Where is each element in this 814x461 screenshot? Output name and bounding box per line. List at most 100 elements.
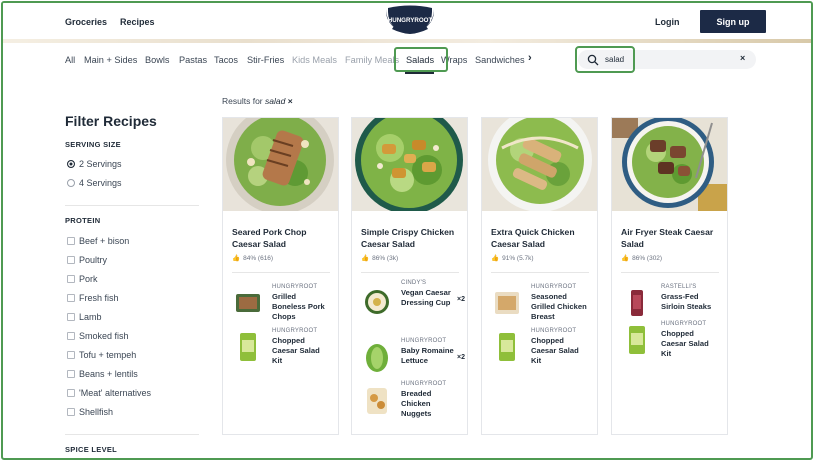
spice-level-title: SPICE LEVEL [65,445,118,454]
ingredient-name: Chopped Caesar Salad Kit [661,329,709,358]
search-highlight-box [575,46,635,73]
checkbox[interactable] [67,237,75,245]
radio-unselected[interactable] [67,179,75,187]
protein-option[interactable]: Smoked fish [67,331,129,341]
recipe-title[interactable]: Simple Crispy Chicken Caesar Salad [361,226,461,250]
search-clear-icon[interactable]: × [740,53,745,63]
nav-groceries[interactable]: Groceries [65,17,107,27]
signup-button[interactable]: Sign up [700,10,766,33]
category-sandwiches[interactable]: Sandwiches [475,55,525,65]
ingredient-brand: HUNGRYROOT [272,284,318,290]
checkbox[interactable] [67,332,75,340]
sidebar-divider [65,205,199,206]
protein-option[interactable]: Pork [67,274,98,284]
ingredient-item[interactable]: CINDY'S Vegan Caesar Dressing Cup ×2 [361,280,465,320]
results-label: Results for salad × [222,96,293,106]
rating-text: 86% (302) [632,254,663,262]
recipe-card[interactable]: Simple Crispy Chicken Caesar Salad 👍 86% … [351,117,468,435]
recipe-card[interactable]: Extra Quick Chicken Caesar Salad 👍 91% (5… [481,117,598,435]
recipe-title[interactable]: Seared Pork Chop Caesar Salad [232,226,332,250]
recipe-rating: 👍 86% (3k) [361,254,398,263]
protein-label: 'Meat' alternatives [79,388,151,398]
recipe-card[interactable]: Seared Pork Chop Caesar Salad 👍 84% (616)… [222,117,339,435]
product-thumbnail [366,344,388,372]
site-header: Groceries Recipes HUNGRYROOT Login Sign … [3,3,811,43]
ingredient-name: Grilled Boneless Pork Chops [272,292,325,321]
ingredient-item[interactable]: RASTELLI'S Grass-Fed Sirloin Steaks [621,284,725,324]
category-next-arrow-icon[interactable]: › [528,52,532,64]
protein-title: PROTEIN [65,216,101,225]
checkbox[interactable] [67,370,75,378]
serving-option-4[interactable]: 4 Servings [67,178,122,188]
checkbox[interactable] [67,256,75,264]
ingredient-name: Grass-Fed Sirloin Steaks [661,292,712,311]
header-food-image [3,39,811,43]
ingredient-name: Chopped Caesar Salad Kit [272,336,320,365]
recipe-title[interactable]: Air Fryer Steak Caesar Salad [621,226,721,250]
protein-option[interactable]: Fresh fish [67,293,119,303]
ingredient-item[interactable]: HUNGRYROOT Breaded Chicken Nuggets [361,381,465,421]
category-tacos[interactable]: Tacos [214,55,238,65]
salads-highlight-box [394,47,448,72]
card-divider [361,272,459,273]
recipe-rating: 👍 86% (302) [621,254,663,263]
checkbox[interactable] [67,408,75,416]
ingredient-item[interactable]: HUNGRYROOT Baby Romaine Lettuce ×2 [361,338,465,378]
thumbs-up-icon: 👍 [361,255,370,262]
protein-label: Shellfish [79,407,114,417]
hungryroot-logo[interactable]: HUNGRYROOT [384,5,436,35]
ingredient-item[interactable]: HUNGRYROOT Chopped Caesar Salad Kit [491,328,595,368]
radio-selected[interactable] [67,160,75,168]
checkbox[interactable] [67,351,75,359]
results-clear-icon[interactable]: × [288,96,293,106]
ingredient-item[interactable]: HUNGRYROOT Chopped Caesar Salad Kit [621,321,725,361]
ingredient-brand: HUNGRYROOT [401,338,447,344]
ingredient-name: Breaded Chicken Nuggets [401,389,432,418]
protein-option[interactable]: Tofu + tempeh [67,350,136,360]
recipe-title[interactable]: Extra Quick Chicken Caesar Salad [491,226,591,250]
category-all[interactable]: All [65,55,75,65]
category-family-meals[interactable]: Family Meals [345,55,399,65]
rating-text: 84% (616) [243,254,274,262]
category-bowls[interactable]: Bowls [145,55,170,65]
ingredient-brand: HUNGRYROOT [661,321,707,327]
product-thumbnail [499,333,515,361]
protein-option[interactable]: Beans + lentils [67,369,138,379]
ingredient-item[interactable]: HUNGRYROOT Seasoned Grilled Chicken Brea… [491,284,595,324]
protein-option[interactable]: Poultry [67,255,107,265]
nav-recipes[interactable]: Recipes [120,17,155,27]
thumbs-up-icon: 👍 [621,255,630,262]
ingredient-item[interactable]: HUNGRYROOT Grilled Boneless Pork Chops [232,284,336,324]
product-thumbnail [240,333,256,361]
protein-option[interactable]: 'Meat' alternatives [67,388,151,398]
login-link[interactable]: Login [655,17,680,27]
protein-option[interactable]: Shellfish [67,407,113,417]
ingredient-item[interactable]: HUNGRYROOT Chopped Caesar Salad Kit [232,328,336,368]
protein-option[interactable]: Lamb [67,312,102,322]
recipe-rating: 👍 84% (616) [232,254,274,263]
recipe-image [612,118,727,211]
card-divider [621,272,719,273]
serving-option-2[interactable]: 2 Servings [67,159,122,169]
protein-label: Poultry [79,255,108,265]
ingredient-name: Chopped Caesar Salad Kit [531,336,579,365]
category-kids-meals[interactable]: Kids Meals [292,55,337,65]
checkbox[interactable] [67,313,75,321]
category-main-sides[interactable]: Main + Sides [84,55,137,65]
category-pastas[interactable]: Pastas [179,55,207,65]
checkbox[interactable] [67,275,75,283]
product-thumbnail [365,290,389,314]
filter-title: Filter Recipes [65,113,157,129]
serving-label: 4 Servings [79,178,122,188]
checkbox[interactable] [67,294,75,302]
ingredient-brand: CINDY'S [401,280,427,286]
checkbox[interactable] [67,389,75,397]
recipe-card[interactable]: Air Fryer Steak Caesar Salad 👍 86% (302) … [611,117,728,435]
ingredient-brand: HUNGRYROOT [272,328,318,334]
ingredient-name: Seasoned Grilled Chicken Breast [531,292,587,321]
category-stir-fries[interactable]: Stir-Fries [247,55,284,65]
recipe-image [223,118,338,211]
product-thumbnail [629,326,645,354]
protein-option[interactable]: Beef + bison [67,236,129,246]
rating-text: 91% (5.7k) [502,254,534,262]
